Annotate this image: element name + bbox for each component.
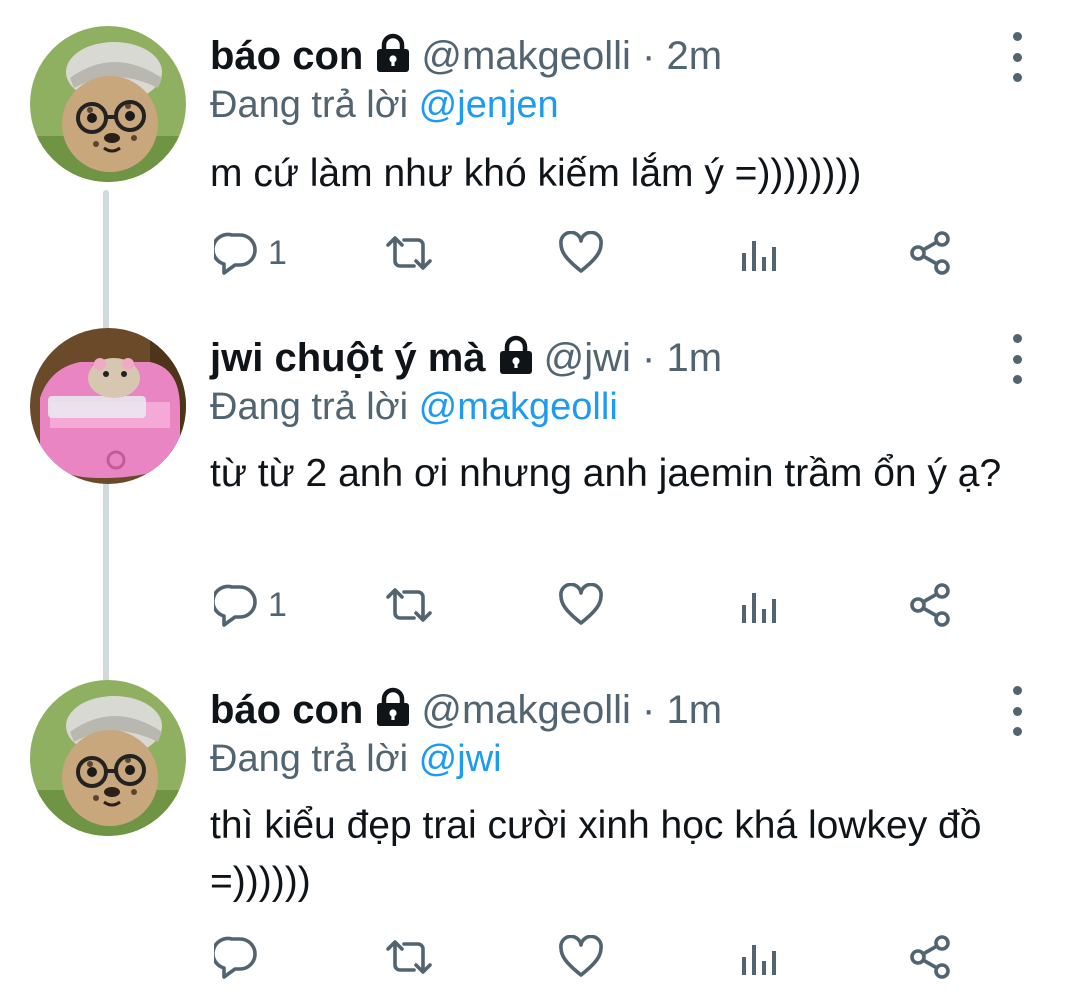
tweet-text: thì kiểu đẹp trai cười xinh học khá lowk… <box>210 804 982 903</box>
more-vertical-icon <box>1012 686 1022 695</box>
timestamp[interactable]: 1m <box>666 336 722 380</box>
more-dot <box>1012 706 1022 716</box>
more-dot <box>1012 52 1022 62</box>
reply-button[interactable] <box>214 932 268 982</box>
tweet[interactable]: báo con @makgeolli · 2m Đang trả lời @jen… <box>0 0 1080 320</box>
retweet-icon <box>386 588 432 622</box>
tweet-header: báo con @makgeolli · 2m <box>210 28 722 88</box>
replying-to: Đang trả lời @jenjen <box>210 84 559 127</box>
separator-dot: · <box>642 336 656 380</box>
lock-icon <box>496 334 536 390</box>
tweet-actions: 1 <box>210 580 970 630</box>
views-button[interactable] <box>738 932 778 982</box>
replying-mention[interactable]: @makgeolli <box>419 386 618 428</box>
like-button[interactable] <box>558 228 604 278</box>
more-options-button[interactable] <box>1000 686 1034 736</box>
heart-icon <box>559 231 603 273</box>
user-handle[interactable]: @jwi <box>544 336 631 380</box>
reply-button[interactable]: 1 <box>214 580 287 630</box>
more-vertical-icon <box>1012 334 1022 343</box>
retweet-button[interactable] <box>382 932 436 982</box>
like-button[interactable] <box>558 932 604 982</box>
retweet-icon <box>386 236 432 270</box>
lock-icon <box>373 32 413 88</box>
analytics-icon <box>742 593 776 623</box>
retweet-button[interactable] <box>382 580 436 630</box>
share-button[interactable] <box>908 932 954 982</box>
reply-count: 1 <box>268 233 287 272</box>
replying-label: Đang trả lời <box>210 386 419 428</box>
display-name[interactable]: báo con <box>210 34 363 78</box>
tweet-header: jwi chuột ý mà @jwi · 1m <box>210 330 722 390</box>
share-icon <box>910 231 950 275</box>
replying-to: Đang trả lời @jwi <box>210 738 502 781</box>
replying-label: Đang trả lời <box>210 84 419 126</box>
retweet-button[interactable] <box>382 228 436 278</box>
more-vertical-icon <box>1012 32 1022 41</box>
tweet-header: báo con @makgeolli · 1m <box>210 682 722 742</box>
user-handle[interactable]: @makgeolli <box>421 34 631 78</box>
reply-icon <box>214 584 257 627</box>
more-dot <box>1012 727 1022 736</box>
timestamp[interactable]: 2m <box>667 34 723 78</box>
more-options-button[interactable] <box>1000 334 1034 384</box>
share-icon <box>910 935 950 979</box>
share-icon <box>910 583 950 627</box>
heart-icon <box>559 935 603 977</box>
lock-icon <box>373 686 413 742</box>
analytics-icon <box>742 241 776 271</box>
tweet-text: m cứ làm như khó kiếm lắm ý =)))))))) <box>210 152 862 195</box>
share-button[interactable] <box>908 580 954 630</box>
more-options-button[interactable] <box>1000 32 1034 82</box>
reply-icon <box>214 232 257 275</box>
cheetah-avatar-image <box>30 26 186 182</box>
separator-dot: · <box>642 34 656 78</box>
views-button[interactable] <box>738 228 778 278</box>
replying-label: Đang trả lời <box>210 738 419 780</box>
replying-mention[interactable]: @jwi <box>419 738 502 780</box>
user-handle[interactable]: @makgeolli <box>421 688 631 732</box>
tweet-actions <box>210 932 970 982</box>
retweet-icon <box>386 940 432 974</box>
more-dot <box>1012 375 1022 384</box>
share-button[interactable] <box>908 228 954 278</box>
analytics-icon <box>742 945 776 975</box>
more-dot <box>1012 73 1022 82</box>
like-button[interactable] <box>558 580 604 630</box>
hamster-avatar-image <box>30 328 186 484</box>
views-button[interactable] <box>738 580 778 630</box>
reply-button[interactable]: 1 <box>214 228 287 278</box>
reply-icon <box>214 936 257 979</box>
avatar[interactable] <box>30 26 186 182</box>
separator-dot: · <box>642 688 656 732</box>
avatar[interactable] <box>30 328 186 484</box>
avatar[interactable] <box>30 680 186 836</box>
cheetah-avatar-image <box>30 680 186 836</box>
replying-mention[interactable]: @jenjen <box>419 84 559 126</box>
tweet[interactable]: jwi chuột ý mà @jwi · 1m Đang trả lời @ma… <box>0 320 1080 670</box>
reply-count: 1 <box>268 585 287 624</box>
replying-to: Đang trả lời @makgeolli <box>210 386 618 429</box>
tweet[interactable]: báo con @makgeolli · 1m Đang trả lời @jwi… <box>0 670 1080 989</box>
display-name[interactable]: jwi chuột ý mà <box>210 336 486 380</box>
more-dot <box>1012 354 1022 364</box>
tweet-actions: 1 <box>210 228 970 278</box>
heart-icon <box>559 583 603 625</box>
display-name[interactable]: báo con <box>210 688 363 732</box>
timestamp[interactable]: 1m <box>667 688 723 732</box>
tweet-text: từ từ 2 anh ơi nhưng anh jaemin trầm ổn … <box>210 452 1002 495</box>
